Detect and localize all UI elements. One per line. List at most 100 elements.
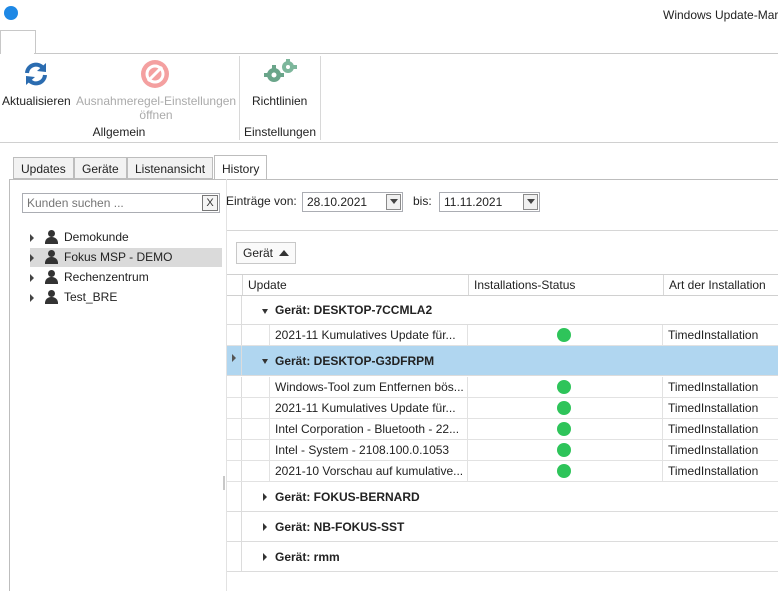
tree-item-fokus-msp-demo[interactable]: Fokus MSP - DEMO bbox=[30, 248, 222, 267]
expand-arrow-icon[interactable] bbox=[263, 553, 267, 561]
status-ok-icon bbox=[557, 443, 571, 457]
table-row[interactable]: Intel - System - 2108.100.0.1053 TimedIn… bbox=[227, 440, 778, 461]
install-type-cell: TimedInstallation bbox=[668, 422, 759, 436]
status-ok-icon bbox=[557, 380, 571, 394]
status-cell bbox=[468, 440, 663, 460]
tab-list-view[interactable]: Listenansicht bbox=[127, 157, 214, 179]
gears-icon bbox=[264, 59, 297, 82]
status-cell bbox=[468, 419, 663, 439]
column-header-status[interactable]: Installations-Status bbox=[468, 275, 663, 295]
install-type-cell: TimedInstallation bbox=[668, 380, 759, 394]
ribbon-group-divider bbox=[320, 56, 321, 140]
table-row[interactable]: 2021-11 Kumulatives Update für... TimedI… bbox=[227, 325, 778, 346]
tab-updates[interactable]: Updates bbox=[13, 157, 74, 179]
collapse-arrow-icon[interactable] bbox=[262, 359, 268, 364]
tree-item-demokunde[interactable]: Demokunde bbox=[30, 228, 222, 247]
row-indicator bbox=[227, 419, 242, 439]
table-row[interactable]: Windows-Tool zum Entfernen bös... TimedI… bbox=[227, 377, 778, 398]
window-title: Windows Update-Mar bbox=[663, 8, 778, 22]
row-indicator bbox=[227, 512, 242, 541]
group-by-device-chip[interactable]: Gerät bbox=[236, 242, 297, 264]
column-header-update[interactable]: Update bbox=[242, 275, 468, 295]
tree-item-rechenzentrum[interactable]: Rechenzentrum bbox=[30, 268, 222, 287]
group-label: Gerät: FOKUS-BERNARD bbox=[275, 490, 420, 504]
ribbon-tab[interactable] bbox=[0, 30, 36, 55]
install-type-cell: TimedInstallation bbox=[668, 401, 759, 415]
ribbon-group-divider bbox=[239, 56, 240, 140]
group-row[interactable]: Gerät: FOKUS-BERNARD bbox=[227, 482, 778, 512]
group-row[interactable]: Gerät: NB-FOKUS-SST bbox=[227, 512, 778, 542]
column-header-install-type[interactable]: Art der Installation bbox=[663, 275, 778, 295]
collapse-arrow-icon[interactable] bbox=[262, 309, 268, 314]
splitter-grip[interactable] bbox=[223, 476, 225, 490]
policies-button[interactable]: Richtlinien bbox=[244, 54, 316, 126]
from-date-dropdown-icon[interactable] bbox=[386, 194, 401, 210]
status-cell bbox=[468, 377, 663, 397]
ribbon: Aktualisieren Ausnahmeregel-Einstellunge… bbox=[0, 54, 778, 143]
policies-label: Richtlinien bbox=[252, 94, 308, 108]
status-cell bbox=[468, 398, 663, 418]
row-indicator bbox=[227, 440, 242, 460]
user-icon bbox=[45, 270, 58, 284]
to-label: bis: bbox=[413, 194, 432, 208]
tree-item-label: Rechenzentrum bbox=[64, 270, 149, 284]
group-chip-label: Gerät bbox=[243, 246, 274, 260]
group-label: Gerät: DESKTOP-7CCMLA2 bbox=[275, 303, 433, 317]
sort-ascending-icon bbox=[279, 250, 290, 256]
from-date-picker[interactable]: 28.10.2021 bbox=[302, 192, 403, 212]
update-cell: Windows-Tool zum Entfernen bös... bbox=[270, 377, 468, 397]
status-cell bbox=[468, 461, 663, 481]
expand-arrow-icon[interactable] bbox=[30, 294, 34, 302]
update-cell: 2021-11 Kumulatives Update für... bbox=[270, 398, 468, 418]
tab-devices[interactable]: Geräte bbox=[74, 157, 127, 179]
row-indicator bbox=[227, 398, 242, 418]
row-indent bbox=[242, 325, 270, 345]
group-row[interactable]: Gerät: DESKTOP-7CCMLA2 bbox=[227, 296, 778, 325]
refresh-button[interactable]: Aktualisieren bbox=[0, 54, 72, 126]
to-date-dropdown-icon[interactable] bbox=[523, 194, 538, 210]
row-indicator bbox=[227, 377, 242, 397]
refresh-label: Aktualisieren bbox=[2, 94, 71, 108]
status-cell bbox=[468, 325, 663, 345]
group-row[interactable]: Gerät: rmm bbox=[227, 542, 778, 572]
table-row[interactable]: 2021-11 Kumulatives Update für... TimedI… bbox=[227, 398, 778, 419]
to-date-picker[interactable]: 11.11.2021 bbox=[439, 192, 540, 212]
tree-item-label: Fokus MSP - DEMO bbox=[64, 250, 173, 264]
expand-arrow-icon[interactable] bbox=[263, 523, 267, 531]
to-date-value: 11.11.2021 bbox=[444, 195, 503, 209]
clear-search-button[interactable]: X bbox=[202, 195, 218, 211]
tree-item-label: Demokunde bbox=[64, 230, 129, 244]
title-bar: Windows Update-Mar bbox=[0, 0, 778, 30]
tree-item-test-bre[interactable]: Test_BRE bbox=[30, 288, 222, 307]
expand-arrow-icon[interactable] bbox=[30, 234, 34, 242]
customer-search-input[interactable] bbox=[27, 196, 197, 210]
expand-arrow-icon[interactable] bbox=[30, 254, 34, 262]
table-row[interactable]: Intel Corporation - Bluetooth - 22... Ti… bbox=[227, 419, 778, 440]
expand-arrow-icon[interactable] bbox=[30, 274, 34, 282]
user-icon bbox=[45, 250, 58, 264]
update-cell: 2021-10 Vorschau auf kumulative... bbox=[270, 461, 468, 481]
exception-rule-label-line1: Ausnahmeregel-Einstellungen bbox=[76, 94, 237, 108]
row-indent bbox=[242, 377, 270, 397]
user-icon bbox=[45, 290, 58, 304]
exception-rule-settings-button[interactable]: Ausnahmeregel-Einstellungen öffnen bbox=[74, 54, 238, 126]
group-row-selected[interactable]: Gerät: DESKTOP-G3DFRPM bbox=[227, 346, 778, 376]
exception-rule-label-line2: öffnen bbox=[139, 108, 173, 122]
row-indent bbox=[242, 398, 270, 418]
app-share-icon bbox=[4, 6, 18, 20]
grid-header: Update Installations-Status Art der Inst… bbox=[227, 274, 778, 296]
update-cell: 2021-11 Kumulatives Update für... bbox=[270, 325, 468, 345]
refresh-icon bbox=[25, 62, 47, 86]
group-label-general: Allgemein bbox=[92, 125, 146, 139]
user-icon bbox=[45, 230, 58, 244]
row-indent bbox=[242, 461, 270, 481]
row-indent bbox=[242, 440, 270, 460]
row-indicator bbox=[227, 542, 242, 571]
tree-item-label: Test_BRE bbox=[64, 290, 118, 304]
tab-history[interactable]: History bbox=[214, 155, 268, 180]
expand-arrow-icon[interactable] bbox=[263, 493, 267, 501]
table-row[interactable]: 2021-10 Vorschau auf kumulative... Timed… bbox=[227, 461, 778, 482]
from-date-value: 28.10.2021 bbox=[307, 195, 368, 209]
install-type-cell: TimedInstallation bbox=[668, 443, 759, 457]
group-label: Gerät: NB-FOKUS-SST bbox=[275, 520, 405, 534]
